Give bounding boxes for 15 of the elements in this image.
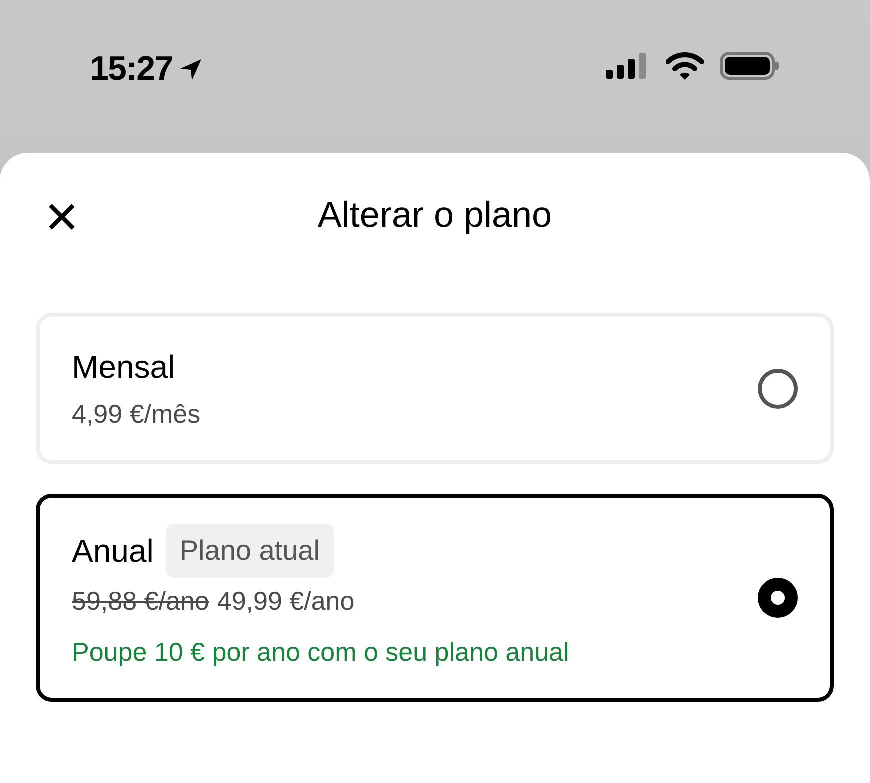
sheet-title: Alterar o plano: [318, 193, 552, 237]
battery-icon: [720, 52, 780, 80]
wifi-icon: [666, 52, 704, 80]
old-price: 59,88 €/ano: [72, 585, 210, 618]
plan-price: 4,99 €/mês: [72, 398, 201, 431]
plan-option[interactable]: Anual Plano atual 59,88 €/ano 49,99 €/ano Poupe 10 € por ano com o seu plano anual: [36, 494, 834, 702]
plan-price: 49,99 €/ano: [217, 585, 355, 618]
plan-option[interactable]: Mensal 4,99 €/mês: [36, 313, 834, 464]
plan-name: Mensal: [72, 348, 176, 387]
current-plan-badge: Plano atual: [166, 524, 334, 578]
plan-name: Anual: [72, 532, 154, 571]
radio-unselected: [758, 368, 798, 408]
clock-time: 15:27: [90, 49, 173, 90]
radio-selected: [758, 578, 798, 618]
savings-text: Poupe 10 € por ano com o seu plano anual: [72, 636, 570, 669]
